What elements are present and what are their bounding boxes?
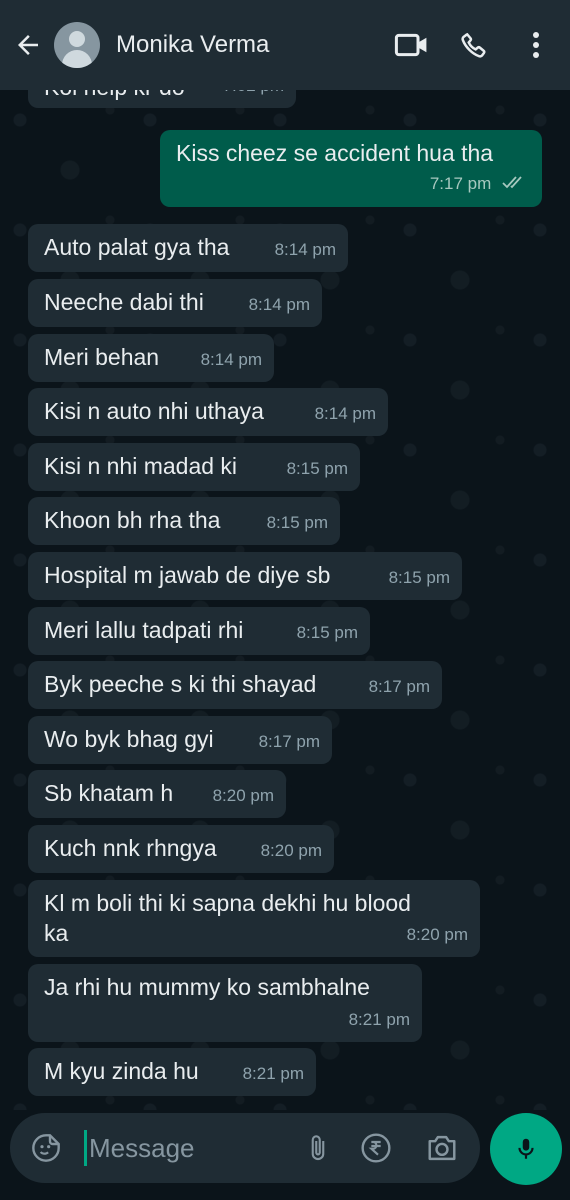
message-time: 8:14 pm (314, 404, 376, 423)
message-text: Ja rhi hu mummy ko sambhalne (44, 974, 370, 1000)
message-time: 8:17 pm (368, 677, 430, 696)
message-bubble-incoming[interactable]: Hospital m jawab de diye sb 8:15 pm (28, 552, 462, 600)
message-bubble-incoming[interactable]: Auto palat gya tha 8:14 pm (28, 224, 348, 272)
attach-paperclip-icon[interactable] (298, 1128, 338, 1168)
message-bubble-incoming[interactable]: Meri lallu tadpati rhi 8:15 pm (28, 607, 370, 655)
message-input-field[interactable]: Message (10, 1113, 480, 1183)
avatar-head-shape (69, 31, 85, 47)
message-composer: Message (0, 1110, 570, 1200)
message-bubble-incoming[interactable]: M kyu zinda hu 8:21 pm (28, 1048, 316, 1096)
message-time-row: 7:17 pm (430, 169, 528, 200)
message-bubble-incoming[interactable]: Wo byk bhag gyi 8:17 pm (28, 716, 332, 764)
message-time: 8:20 pm (406, 925, 468, 944)
message-time: 8:17 pm (258, 732, 320, 751)
camera-icon[interactable] (422, 1128, 462, 1168)
avatar-torso-shape (62, 50, 92, 68)
message-time: 8:21 pm (348, 1010, 410, 1029)
text-cursor (84, 1130, 87, 1166)
message-text: Kl m boli thi ki sapna dekhi hu blood ka (44, 890, 411, 946)
message-bubble-incoming[interactable]: Khoon bh rha tha 8:15 pm (28, 497, 340, 545)
mic-icon (518, 1138, 534, 1159)
message-bubble-incoming[interactable]: Ja rhi hu mummy ko sambhalne 8:21 pm (28, 964, 422, 1042)
message-time: 8:14 pm (274, 240, 336, 259)
message-bubble-incoming[interactable]: Meri behan 8:14 pm (28, 334, 274, 382)
message-time: 8:20 pm (260, 841, 322, 860)
voice-call-icon[interactable] (452, 23, 496, 67)
message-time: 8:20 pm (212, 786, 274, 805)
message-bubble-incoming[interactable]: Kuch nnk rhngya 8:20 pm (28, 825, 334, 873)
message-time: 8:14 pm (248, 295, 310, 314)
message-time: 8:15 pm (286, 459, 348, 478)
message-placeholder[interactable]: Message (89, 1133, 298, 1164)
message-text: Kiss cheez se accident hua tha (176, 140, 494, 166)
message-bubble-incoming[interactable]: Sb khatam h 8:20 pm (28, 770, 286, 818)
message-time: 8:15 pm (266, 513, 328, 532)
chat-header: Monika Verma (0, 0, 570, 90)
message-bubble-incoming[interactable]: Kisi n auto nhi uthaya 8:14 pm (28, 388, 388, 436)
message-time: 8:21 pm (242, 1064, 304, 1083)
video-call-icon[interactable] (390, 23, 434, 67)
voice-record-mic-button[interactable] (490, 1113, 562, 1185)
message-time: 8:15 pm (296, 623, 358, 642)
more-options-icon[interactable] (514, 23, 558, 67)
double-check-read-icon (502, 170, 528, 200)
message-text: Hospital m jawab de diye sb (44, 562, 331, 588)
message-bubble-outgoing[interactable]: Kiss cheez se accident hua tha 7:17 pm (160, 130, 542, 207)
chat-area[interactable]: Kol help kr do 7:02 pm Kiss cheez se acc… (0, 90, 570, 1110)
message-time: 7:02 pm (223, 90, 284, 101)
message-time: 8:14 pm (200, 350, 262, 369)
message-bubble-incoming[interactable]: Kl m boli thi ki sapna dekhi hu blood ka… (28, 880, 480, 957)
avatar[interactable] (54, 22, 100, 68)
contact-name[interactable]: Monika Verma (116, 31, 390, 59)
message-time: 7:17 pm (429, 174, 492, 194)
message-bubble-incoming[interactable]: Neeche dabi thi 8:14 pm (28, 279, 322, 327)
payment-rupee-icon[interactable] (356, 1128, 396, 1168)
message-bubble-incoming[interactable]: Kol help kr do 7:02 pm (28, 90, 296, 108)
back-arrow-icon[interactable] (8, 25, 48, 65)
message-time: 8:15 pm (388, 568, 450, 587)
message-bubble-incoming[interactable]: Byk peeche s ki thi shayad 8:17 pm (28, 661, 442, 709)
emoji-sticker-icon[interactable] (26, 1128, 66, 1168)
message-bubble-incoming[interactable]: Kisi n nhi madad ki 8:15 pm (28, 443, 360, 491)
